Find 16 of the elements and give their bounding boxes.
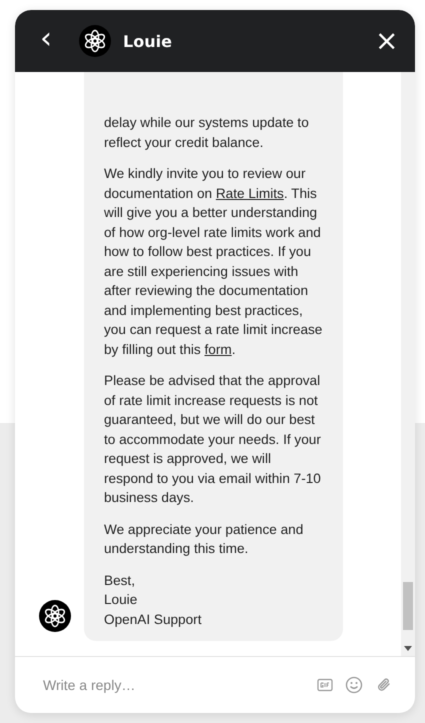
message-text: We appreciate your patience and understanding this time.	[104, 520, 304, 558]
message-text: Please be advised that the approval of rate limit increase requests is not guaranteed, but we will do our best to accommodate your needs. If your request is approved, we will respond to you via email within 7-10 business days.	[104, 372, 322, 507]
logo-icon	[79, 25, 111, 57]
agent-name: Louie	[123, 32, 173, 50]
scrollbar[interactable]	[401, 72, 415, 656]
emoji-icon[interactable]	[345, 676, 363, 694]
back-button[interactable]: ‹	[35, 24, 57, 54]
message-text: Best, Louie OpenAI Support	[104, 572, 202, 629]
message-text: delay while our systems update to reflect your credit balance.	[104, 114, 310, 152]
message-text: We kindly invite you to review our documentation on Rate Limits. This will give you a better understanding of how org-level rate limits work and how to follow best practices. If you are still experiencing issues with after reviewing the documentation and implementing best practices, you can request a rate limit increase by filling out this form.	[104, 165, 323, 359]
close-button[interactable]: ×	[375, 27, 397, 55]
link[interactable]: Rate Limits	[216, 186, 284, 200]
reply-field[interactable]: Write a reply…	[43, 677, 305, 693]
gif-icon[interactable]	[317, 677, 333, 693]
avatar-icon	[39, 600, 71, 632]
link[interactable]: form	[204, 342, 232, 356]
